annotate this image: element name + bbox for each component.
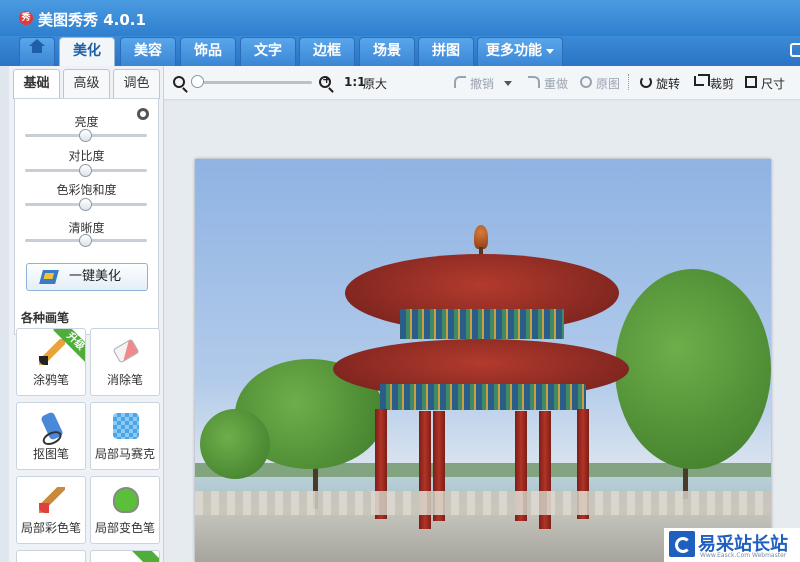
redo-button[interactable]: 重做 [544, 75, 568, 92]
doodle-pen-tool[interactable]: 升级 涂鸦笔 [16, 328, 86, 396]
resize-button[interactable]: 尺寸 [761, 75, 785, 92]
original-size-button[interactable]: 原大 [363, 75, 387, 92]
tab-collage[interactable]: 拼图 [418, 37, 474, 66]
resize-icon [745, 76, 757, 88]
one-click-beautify-label: 一键美化 [68, 269, 121, 284]
eraser-icon [112, 338, 140, 364]
tab-more-label: 更多功能 [486, 43, 542, 59]
local-recolor-pen-tool[interactable]: 局部变色笔 [90, 476, 160, 544]
zoom-in-icon[interactable] [319, 73, 331, 88]
brightness-label: 亮度 [74, 115, 99, 129]
original-image-icon [580, 76, 592, 88]
photo-tree-far-left [200, 409, 270, 479]
saturation-label: 色彩饱和度 [56, 183, 117, 197]
site-watermark: 易采站长站 Www.Easck.Com Webmaster [664, 528, 800, 562]
doodle-brush-icon [39, 339, 65, 365]
magic-wand-icon [39, 270, 59, 284]
crop-button[interactable]: 裁剪 [710, 75, 734, 92]
contrast-label: 对比度 [68, 149, 105, 163]
rotate-button[interactable]: 旋转 [656, 75, 680, 92]
contrast-slider-knob[interactable] [79, 164, 92, 177]
undo-button[interactable]: 撤销 [470, 75, 494, 92]
tab-frames[interactable]: 边框 [299, 37, 355, 66]
title-bar: 秀 美图秀秀 4.0.1 [0, 0, 800, 36]
undo-icon [454, 76, 466, 88]
zoom-slider-knob[interactable] [191, 75, 204, 88]
eraser-pen-label: 消除笔 [106, 373, 143, 387]
brushes-section-title: 各种画笔 [21, 311, 70, 325]
zoom-out-icon[interactable] [173, 76, 185, 88]
photo-pavilion-finial [474, 225, 488, 249]
redo-icon [528, 76, 540, 88]
tab-scenes[interactable]: 场景 [359, 37, 415, 66]
photo-pavilion-upper-frieze [400, 309, 564, 339]
edited-photo[interactable] [195, 159, 771, 562]
rotate-icon [640, 76, 652, 88]
toolbar-separator [628, 74, 629, 90]
subtab-advanced[interactable]: 高级 [63, 69, 110, 99]
brightness-slider-knob[interactable] [79, 129, 92, 142]
doodle-pen-label: 涂鸦笔 [32, 373, 69, 387]
local-mosaic-tool[interactable]: 局部马赛克 [90, 402, 160, 470]
more-tool-1[interactable] [16, 550, 86, 562]
adjust-subtabs: 基础 高级 调色 [13, 69, 160, 99]
main-tab-bar: 美化 美容 饰品 文字 边框 场景 拼图 更多功能 [0, 36, 800, 67]
cutout-pen-label: 抠图笔 [32, 447, 69, 461]
eraser-pen-tool[interactable]: 消除笔 [90, 328, 160, 396]
mosaic-icon [113, 413, 139, 439]
window-edge-icon[interactable] [790, 43, 800, 57]
cutout-pen-tool[interactable]: 抠图笔 [16, 402, 86, 470]
saturation-slider-knob[interactable] [79, 198, 92, 211]
home-icon [29, 39, 45, 56]
subtab-basic[interactable]: 基础 [13, 69, 60, 99]
original-image-button[interactable]: 原图 [596, 75, 620, 92]
tab-text[interactable]: 文字 [240, 37, 296, 66]
watermark-logo-icon [669, 531, 695, 557]
zoom-slider[interactable] [194, 81, 312, 84]
color-brush-icon [39, 487, 65, 513]
one-click-beautify-button[interactable]: 一键美化 [26, 263, 148, 291]
crop-icon [694, 74, 710, 86]
tab-home[interactable] [19, 37, 55, 66]
app-logo-icon: 秀 [19, 11, 33, 25]
more-tool-2[interactable] [90, 550, 160, 562]
cutout-pen-icon [40, 411, 64, 441]
subtab-color-tone[interactable]: 调色 [113, 69, 160, 99]
tab-face[interactable]: 美容 [120, 37, 176, 66]
local-color-pen-tool[interactable]: 局部彩色笔 [16, 476, 86, 544]
tab-more-functions[interactable]: 更多功能 [477, 37, 563, 66]
tab-beautify[interactable]: 美化 [59, 37, 115, 67]
watermark-subtext: Www.Easck.Com Webmaster [700, 552, 787, 559]
adjust-panel: 亮度 对比度 色彩饱和度 清晰度 一键美化 [14, 98, 159, 335]
photo-stone-fence [195, 491, 771, 515]
sharpness-slider-knob[interactable] [79, 234, 92, 247]
undo-history-chevron-icon[interactable] [504, 81, 512, 86]
left-panel: 基础 高级 调色 亮度 对比度 色彩饱和度 清晰度 一键美化 各种画笔 升级 涂… [9, 66, 164, 562]
photo-tree-right [615, 269, 771, 469]
local-mosaic-label: 局部马赛克 [94, 447, 155, 461]
tab-decorations[interactable]: 饰品 [180, 37, 236, 66]
image-toolbar: 1:1 原大 撤销 重做 原图 旋转 裁剪 尺寸 [164, 66, 800, 100]
chevron-down-icon [546, 48, 554, 54]
app-title: 美图秀秀 4.0.1 [38, 11, 146, 29]
local-recolor-pen-label: 局部变色笔 [94, 521, 155, 535]
upgrade-badge-2 [127, 551, 159, 562]
canvas-area[interactable] [164, 101, 800, 562]
local-color-pen-label: 局部彩色笔 [20, 521, 81, 535]
recolor-icon [113, 487, 139, 513]
photo-pavilion-lower-frieze [380, 384, 586, 410]
